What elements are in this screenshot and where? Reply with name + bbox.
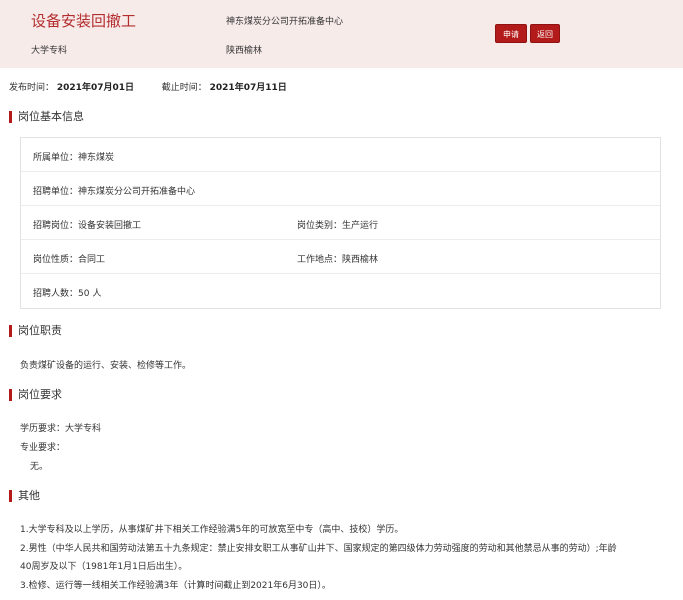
headcount: 招聘人数：50 人 [33,289,102,299]
education-level: 大学专科 [31,46,68,56]
job-header: 设备安装回撤工 大学专科 神东煤炭分公司开拓准备中心 陕西榆林 申请 返回 [0,0,683,68]
job-title: 设备安装回撤工 [31,12,137,30]
basic-info-heading: 岗位基本信息 [9,111,84,123]
company-name: 神东煤炭分公司开拓准备中心 [226,17,344,27]
requirements-heading: 岗位要求 [9,389,62,401]
deadline-label: 截止时间： [161,83,207,93]
major-requirement-value: 无。 [30,462,49,472]
apply-button[interactable]: 申请 [495,24,527,43]
work-place: 工作地点：陕西榆林 [297,255,379,265]
info-row: 招聘岗位：设备安装回撤工 岗位类别：生产运行 [21,206,660,240]
info-row: 招聘人数：50 人 [21,274,660,308]
other-line: 1.大学专科及以上学历，从事煤矿井下相关工作经验满5年的可放宽至中专（高中、技校… [20,525,404,535]
education-requirement: 学历要求：大学专科 [20,424,102,434]
position-category: 岗位类别：生产运行 [297,221,379,231]
job-location: 陕西榆林 [226,46,263,56]
info-row: 岗位性质：合同工 工作地点：陕西榆林 [21,240,660,274]
deadline-date: 2021年07月11日 [209,83,287,93]
other-line: 3.检修、运行等一线相关工作经验满3年（计算时间截止到2021年6月30日）。 [20,581,331,591]
other-line: 2.男性（中华人民共和国劳动法第五十九条规定：禁止安排女职工从事矿山井下、国家规… [20,544,617,554]
affiliation: 所属单位：神东煤炭 [33,153,115,163]
date-info: 发布时间： 2021年07月01日 截止时间： 2021年07月11日 [9,80,287,93]
back-button[interactable]: 返回 [530,24,560,43]
duties-heading: 岗位职责 [9,325,62,337]
recruiting-unit: 招聘单位：神东煤炭分公司开拓准备中心 [33,187,196,197]
position-nature: 岗位性质：合同工 [33,255,106,265]
basic-info-table: 所属单位：神东煤炭 招聘单位：神东煤炭分公司开拓准备中心 招聘岗位：设备安装回撤… [20,137,661,309]
publish-label: 发布时间： [9,83,55,93]
major-requirement-label: 专业要求： [20,443,66,453]
others-heading: 其他 [9,490,40,502]
other-line: 40周岁及以下（1981年1月1日后出生）。 [20,562,188,572]
duties-text: 负责煤矿设备的运行、安装、检修等工作。 [20,361,192,371]
info-row: 所属单位：神东煤炭 [21,138,660,172]
position-name: 招聘岗位：设备安装回撤工 [33,221,142,231]
publish-date: 2021年07月01日 [56,83,134,93]
info-row: 招聘单位：神东煤炭分公司开拓准备中心 [21,172,660,206]
